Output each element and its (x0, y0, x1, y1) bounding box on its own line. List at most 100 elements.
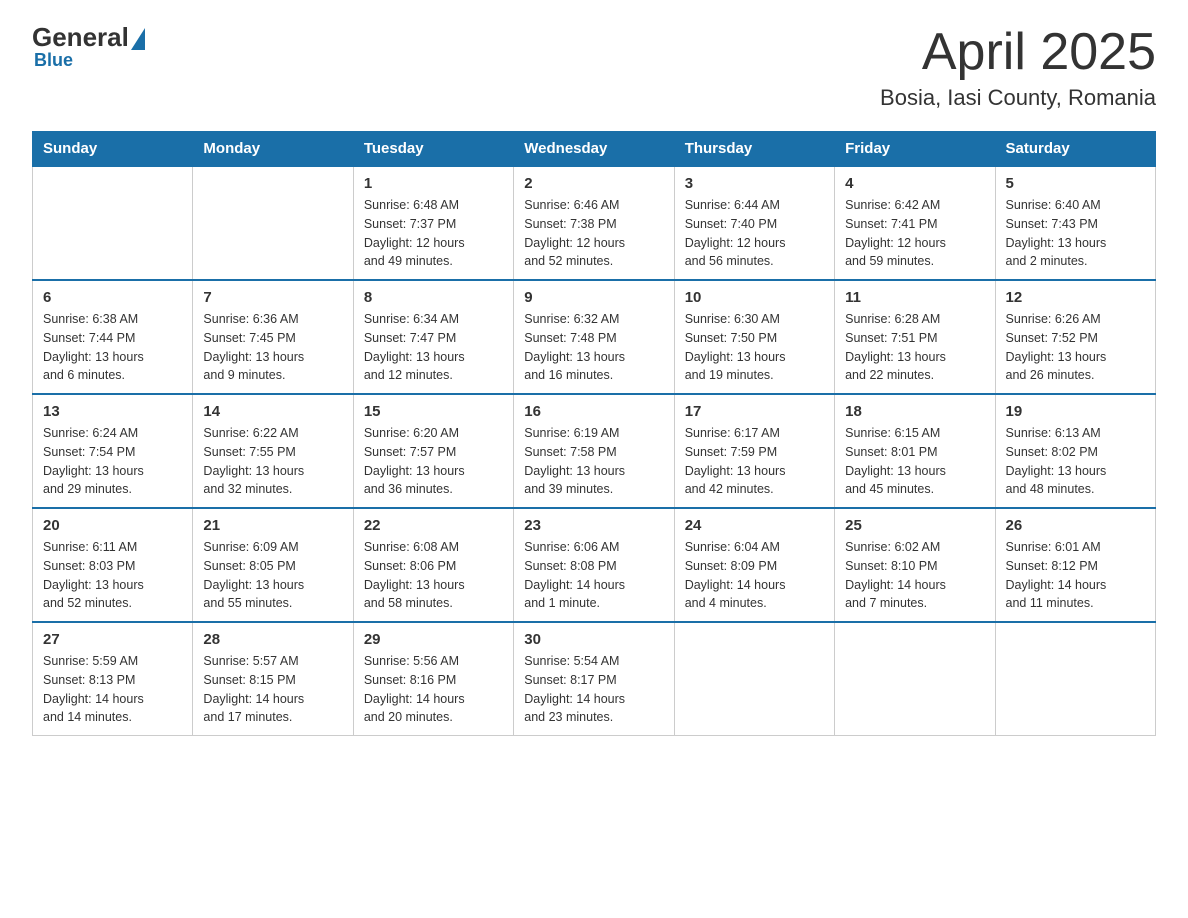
day-number: 5 (1006, 175, 1145, 192)
day-info: Sunrise: 6:17 AMSunset: 7:59 PMDaylight:… (685, 424, 824, 499)
day-number: 19 (1006, 403, 1145, 420)
day-info: Sunrise: 6:32 AMSunset: 7:48 PMDaylight:… (524, 310, 663, 385)
col-header-thursday: Thursday (674, 132, 834, 167)
day-number: 2 (524, 175, 663, 192)
day-info: Sunrise: 6:08 AMSunset: 8:06 PMDaylight:… (364, 538, 503, 613)
calendar-cell: 11 Sunrise: 6:28 AMSunset: 7:51 PMDayligh… (835, 280, 995, 394)
day-number: 28 (203, 631, 342, 648)
calendar-cell: 16 Sunrise: 6:19 AMSunset: 7:58 PMDayligh… (514, 394, 674, 508)
calendar-cell: 20Sunrise: 6:11 AMSunset: 8:03 PMDayligh… (33, 508, 193, 622)
calendar-header-row: SundayMondayTuesdayWednesdayThursdayFrid… (33, 132, 1156, 167)
calendar-cell: 30 Sunrise: 5:54 AMSunset: 8:17 PMDayligh… (514, 622, 674, 736)
calendar-cell: 22 Sunrise: 6:08 AMSunset: 8:06 PMDayligh… (353, 508, 513, 622)
calendar-week-row: 27Sunrise: 5:59 AMSunset: 8:13 PMDayligh… (33, 622, 1156, 736)
day-info: Sunrise: 6:01 AMSunset: 8:12 PMDaylight:… (1006, 538, 1145, 613)
day-number: 26 (1006, 517, 1145, 534)
col-header-monday: Monday (193, 132, 353, 167)
day-number: 9 (524, 289, 663, 306)
location-title: Bosia, Iasi County, Romania (880, 85, 1156, 111)
day-number: 23 (524, 517, 663, 534)
day-info: Sunrise: 6:42 AMSunset: 7:41 PMDaylight:… (845, 196, 984, 271)
day-number: 22 (364, 517, 503, 534)
col-header-tuesday: Tuesday (353, 132, 513, 167)
day-number: 30 (524, 631, 663, 648)
day-number: 10 (685, 289, 824, 306)
day-info: Sunrise: 6:40 AMSunset: 7:43 PMDaylight:… (1006, 196, 1145, 271)
calendar-cell: 25 Sunrise: 6:02 AMSunset: 8:10 PMDayligh… (835, 508, 995, 622)
month-title: April 2025 (880, 24, 1156, 81)
day-info: Sunrise: 5:59 AMSunset: 8:13 PMDaylight:… (43, 652, 182, 727)
day-info: Sunrise: 6:06 AMSunset: 8:08 PMDaylight:… (524, 538, 663, 613)
calendar-table: SundayMondayTuesdayWednesdayThursdayFrid… (32, 131, 1156, 736)
calendar-cell: 21 Sunrise: 6:09 AMSunset: 8:05 PMDayligh… (193, 508, 353, 622)
calendar-cell (33, 166, 193, 280)
day-info: Sunrise: 5:57 AMSunset: 8:15 PMDaylight:… (203, 652, 342, 727)
day-info: Sunrise: 6:34 AMSunset: 7:47 PMDaylight:… (364, 310, 503, 385)
calendar-cell: 9 Sunrise: 6:32 AMSunset: 7:48 PMDaylight… (514, 280, 674, 394)
day-info: Sunrise: 6:02 AMSunset: 8:10 PMDaylight:… (845, 538, 984, 613)
calendar-cell: 5 Sunrise: 6:40 AMSunset: 7:43 PMDaylight… (995, 166, 1155, 280)
day-number: 12 (1006, 289, 1145, 306)
day-number: 29 (364, 631, 503, 648)
page-header: General Blue April 2025 Bosia, Iasi Coun… (32, 24, 1156, 111)
calendar-cell: 1 Sunrise: 6:48 AMSunset: 7:37 PMDaylight… (353, 166, 513, 280)
day-info: Sunrise: 5:54 AMSunset: 8:17 PMDaylight:… (524, 652, 663, 727)
col-header-wednesday: Wednesday (514, 132, 674, 167)
calendar-cell: 15Sunrise: 6:20 AMSunset: 7:57 PMDayligh… (353, 394, 513, 508)
calendar-week-row: 6 Sunrise: 6:38 AMSunset: 7:44 PMDaylight… (33, 280, 1156, 394)
calendar-cell: 13 Sunrise: 6:24 AMSunset: 7:54 PMDayligh… (33, 394, 193, 508)
calendar-cell: 6 Sunrise: 6:38 AMSunset: 7:44 PMDaylight… (33, 280, 193, 394)
calendar-cell: 26 Sunrise: 6:01 AMSunset: 8:12 PMDayligh… (995, 508, 1155, 622)
day-number: 25 (845, 517, 984, 534)
day-info: Sunrise: 6:28 AMSunset: 7:51 PMDaylight:… (845, 310, 984, 385)
day-info: Sunrise: 6:44 AMSunset: 7:40 PMDaylight:… (685, 196, 824, 271)
calendar-cell (995, 622, 1155, 736)
day-info: Sunrise: 6:13 AMSunset: 8:02 PMDaylight:… (1006, 424, 1145, 499)
day-number: 18 (845, 403, 984, 420)
col-header-friday: Friday (835, 132, 995, 167)
calendar-week-row: 1 Sunrise: 6:48 AMSunset: 7:37 PMDaylight… (33, 166, 1156, 280)
col-header-saturday: Saturday (995, 132, 1155, 167)
day-number: 13 (43, 403, 182, 420)
calendar-cell (835, 622, 995, 736)
day-info: Sunrise: 6:30 AMSunset: 7:50 PMDaylight:… (685, 310, 824, 385)
day-info: Sunrise: 6:22 AMSunset: 7:55 PMDaylight:… (203, 424, 342, 499)
day-number: 8 (364, 289, 503, 306)
day-number: 6 (43, 289, 182, 306)
day-info: Sunrise: 6:38 AMSunset: 7:44 PMDaylight:… (43, 310, 182, 385)
day-number: 24 (685, 517, 824, 534)
day-number: 21 (203, 517, 342, 534)
calendar-cell: 12 Sunrise: 6:26 AMSunset: 7:52 PMDayligh… (995, 280, 1155, 394)
day-info: Sunrise: 6:48 AMSunset: 7:37 PMDaylight:… (364, 196, 503, 271)
day-number: 7 (203, 289, 342, 306)
day-number: 14 (203, 403, 342, 420)
day-number: 11 (845, 289, 984, 306)
day-number: 4 (845, 175, 984, 192)
calendar-cell: 10 Sunrise: 6:30 AMSunset: 7:50 PMDayligh… (674, 280, 834, 394)
day-info: Sunrise: 6:36 AMSunset: 7:45 PMDaylight:… (203, 310, 342, 385)
day-info: Sunrise: 5:56 AMSunset: 8:16 PMDaylight:… (364, 652, 503, 727)
calendar-cell: 24 Sunrise: 6:04 AMSunset: 8:09 PMDayligh… (674, 508, 834, 622)
calendar-cell: 28 Sunrise: 5:57 AMSunset: 8:15 PMDayligh… (193, 622, 353, 736)
calendar-cell: 3Sunrise: 6:44 AMSunset: 7:40 PMDaylight… (674, 166, 834, 280)
day-info: Sunrise: 6:09 AMSunset: 8:05 PMDaylight:… (203, 538, 342, 613)
calendar-cell: 7 Sunrise: 6:36 AMSunset: 7:45 PMDaylight… (193, 280, 353, 394)
calendar-cell: 23 Sunrise: 6:06 AMSunset: 8:08 PMDayligh… (514, 508, 674, 622)
day-info: Sunrise: 6:26 AMSunset: 7:52 PMDaylight:… (1006, 310, 1145, 385)
day-number: 20 (43, 517, 182, 534)
logo-arrow-icon (131, 28, 145, 50)
calendar-cell: 19 Sunrise: 6:13 AMSunset: 8:02 PMDayligh… (995, 394, 1155, 508)
day-number: 1 (364, 175, 503, 192)
day-info: Sunrise: 6:24 AMSunset: 7:54 PMDaylight:… (43, 424, 182, 499)
day-number: 16 (524, 403, 663, 420)
day-info: Sunrise: 6:20 AMSunset: 7:57 PMDaylight:… (364, 424, 503, 499)
calendar-week-row: 13 Sunrise: 6:24 AMSunset: 7:54 PMDayligh… (33, 394, 1156, 508)
logo-general-text: General (32, 24, 129, 50)
day-info: Sunrise: 6:04 AMSunset: 8:09 PMDaylight:… (685, 538, 824, 613)
day-info: Sunrise: 6:19 AMSunset: 7:58 PMDaylight:… (524, 424, 663, 499)
calendar-cell: 8 Sunrise: 6:34 AMSunset: 7:47 PMDaylight… (353, 280, 513, 394)
calendar-cell: 14 Sunrise: 6:22 AMSunset: 7:55 PMDayligh… (193, 394, 353, 508)
calendar-cell: 17Sunrise: 6:17 AMSunset: 7:59 PMDayligh… (674, 394, 834, 508)
calendar-cell: 2Sunrise: 6:46 AMSunset: 7:38 PMDaylight… (514, 166, 674, 280)
calendar-cell (674, 622, 834, 736)
